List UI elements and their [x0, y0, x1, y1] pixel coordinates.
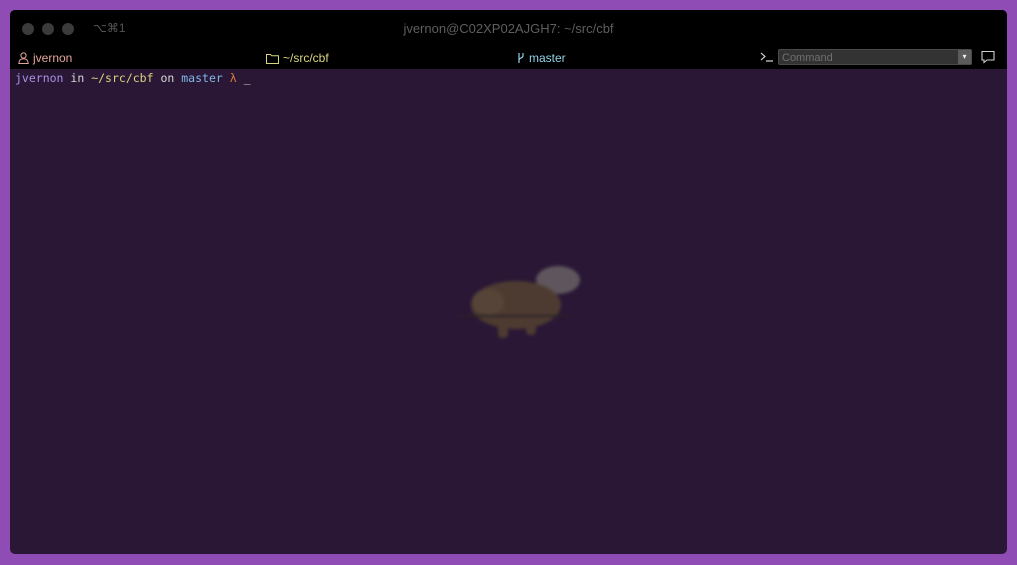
command-select[interactable]: ▾ [778, 49, 972, 65]
git-branch-icon [518, 53, 524, 63]
prompt-user: jvernon [15, 71, 64, 85]
chevron-down-icon[interactable]: ▾ [958, 50, 971, 64]
command-input[interactable] [779, 51, 955, 65]
status-branch[interactable]: master [517, 51, 566, 65]
terminal-icon [760, 52, 773, 62]
prompt-directory: ~/src/cbf [91, 71, 154, 85]
status-command: ▾ [760, 49, 972, 65]
status-user[interactable]: jvernon [18, 51, 72, 65]
user-icon [18, 52, 29, 64]
terminal-output[interactable]: jvernon in ~/src/cbf on master λ _ [15, 70, 251, 86]
prompt-on: on [160, 71, 175, 85]
title-bar: ⌥⌘1 jvernon@C02XP02AJGH7: ~/src/cbf [10, 10, 1007, 48]
window-title: jvernon@C02XP02AJGH7: ~/src/cbf [403, 21, 614, 36]
status-directory-label: ~/src/cbf [283, 51, 329, 65]
status-directory[interactable]: ~/src/cbf [266, 51, 329, 65]
prompt-in: in [70, 71, 85, 85]
text-cursor: _ [243, 71, 251, 85]
terminal-window: ⌥⌘1 jvernon@C02XP02AJGH7: ~/src/cbf jver… [10, 10, 1007, 554]
status-user-label: jvernon [33, 51, 73, 65]
sloth-background-image [458, 266, 580, 338]
prompt-symbol: λ [229, 71, 237, 85]
status-bar: jvernon ~/src/cbf master ▾ [10, 48, 1007, 69]
status-branch-label: master [529, 51, 566, 65]
speech-bubble-icon[interactable] [981, 50, 995, 69]
folder-icon [266, 53, 279, 64]
prompt-branch: master [181, 71, 223, 85]
